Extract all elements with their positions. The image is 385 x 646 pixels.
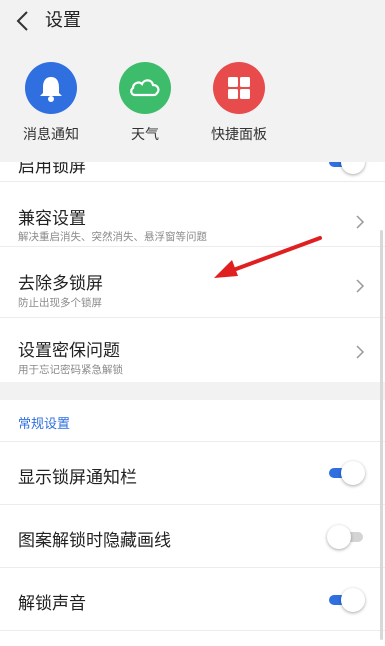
list-item-security-question[interactable]: 设置密保问题 用于忘记密码紧急解锁 <box>0 318 385 382</box>
shortcut-label: 消息通知 <box>23 127 79 143</box>
bell-icon <box>25 62 77 114</box>
shortcut-label: 天气 <box>131 127 159 143</box>
item-subtitle: 防止出现多个锁屏 <box>18 297 102 309</box>
item-title: 兼容设置 <box>18 209 86 229</box>
item-title: 启用锁屏 <box>18 162 86 177</box>
toggle-row-unlock-sound[interactable]: 解锁声音 <box>0 568 385 631</box>
toggle-row-show-notification-bar[interactable]: 显示锁屏通知栏 <box>0 442 385 505</box>
back-arrow-icon[interactable] <box>14 10 34 32</box>
chevron-right-icon <box>356 279 365 293</box>
section-general: 常规设置 <box>0 400 385 442</box>
item-title: 显示锁屏通知栏 <box>18 468 137 488</box>
item-title: 去除多锁屏 <box>18 274 103 294</box>
settings-list: 启用锁屏 兼容设置 解决重启消失、突然消失、悬浮窗等问题 去除多锁屏 防止出现多… <box>0 162 385 646</box>
list-item-compat[interactable]: 兼容设置 解决重启消失、突然消失、悬浮窗等问题 <box>0 182 385 247</box>
grid-icon <box>213 62 265 114</box>
list-item-remove-multi-lock[interactable]: 去除多锁屏 防止出现多个锁屏 <box>0 247 385 318</box>
item-title: 解锁声音 <box>18 594 86 614</box>
shortcut-row: 消息通知 天气 快捷面板 <box>0 44 385 162</box>
cloud-icon <box>119 62 171 114</box>
page-title: 设置 <box>45 10 81 31</box>
item-title: 设置密保问题 <box>18 341 120 361</box>
shortcut-quick-panel[interactable]: 快捷面板 <box>199 62 279 152</box>
scrollbar[interactable] <box>380 230 383 640</box>
annotation-arrow-icon <box>214 236 322 278</box>
top-bar: 设置 <box>0 0 385 44</box>
section-header: 常规设置 <box>18 417 71 432</box>
toggle-switch[interactable] <box>327 525 363 549</box>
toggle-switch[interactable] <box>329 588 365 612</box>
shortcut-notifications[interactable]: 消息通知 <box>11 62 91 152</box>
section-divider <box>0 382 385 400</box>
chevron-right-icon <box>356 215 365 229</box>
toggle-switch[interactable] <box>329 162 365 174</box>
shortcut-weather[interactable]: 天气 <box>105 62 185 152</box>
item-subtitle: 用于忘记密码紧急解锁 <box>18 364 123 376</box>
shortcut-label: 快捷面板 <box>211 127 267 143</box>
chevron-right-icon <box>356 345 365 359</box>
list-item-enable-lockscreen[interactable]: 启用锁屏 <box>0 162 385 182</box>
item-subtitle: 解决重启消失、突然消失、悬浮窗等问题 <box>18 231 207 243</box>
item-title: 图案解锁时隐藏画线 <box>18 531 171 551</box>
toggle-switch[interactable] <box>329 461 365 485</box>
toggle-row-hide-pattern-line[interactable]: 图案解锁时隐藏画线 <box>0 505 385 568</box>
